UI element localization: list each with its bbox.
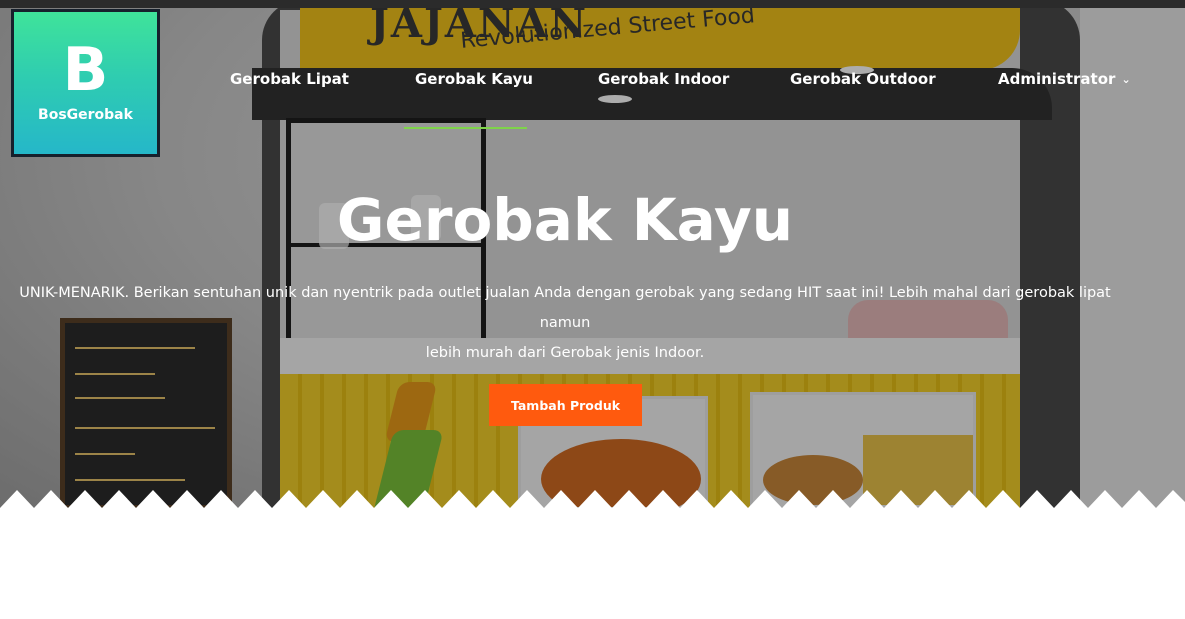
hero-description: UNIK-MENARIK. Berikan sentuhan unik dan …: [0, 278, 1130, 368]
active-nav-underline: [404, 127, 527, 129]
main-navigation: Gerobak Lipat Gerobak Kayu Gerobak Indoo…: [0, 70, 1185, 100]
add-product-button[interactable]: Tambah Produk: [489, 384, 642, 426]
chevron-down-icon: ⌄: [1121, 73, 1131, 86]
hero-description-line-2: lebih murah dari Gerobak jenis Indoor.: [425, 345, 705, 361]
page-title: Gerobak Kayu: [336, 186, 794, 254]
nav-item-gerobak-outdoor[interactable]: Gerobak Outdoor: [790, 70, 936, 88]
hero-description-line-1: UNIK-MENARIK. Berikan sentuhan unik dan …: [19, 285, 1111, 331]
nav-item-administrator[interactable]: Administrator ⌄: [998, 70, 1131, 88]
browser-top-strip: [0, 0, 1185, 8]
zigzag-divider: [0, 490, 1185, 512]
nav-item-administrator-label: Administrator: [998, 70, 1116, 88]
nav-item-gerobak-kayu[interactable]: Gerobak Kayu: [415, 70, 533, 88]
nav-item-gerobak-lipat[interactable]: Gerobak Lipat: [230, 70, 349, 88]
brand-logo-name: BosGerobak: [38, 107, 133, 123]
nav-item-gerobak-indoor[interactable]: Gerobak Indoor: [598, 70, 729, 88]
